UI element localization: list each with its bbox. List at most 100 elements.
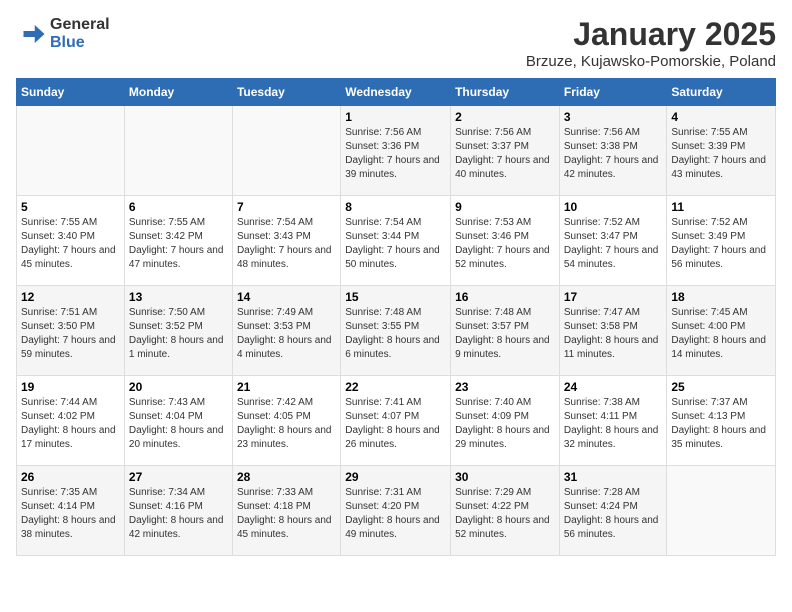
calendar-cell: 13 Sunrise: 7:50 AM Sunset: 3:52 PM Dayli…	[124, 286, 232, 376]
day-number: 10	[564, 200, 663, 214]
calendar-cell: 11 Sunrise: 7:52 AM Sunset: 3:49 PM Dayli…	[667, 196, 776, 286]
header-saturday: Saturday	[667, 79, 776, 106]
calendar-cell: 21Sunrise: 7:42 AM Sunset: 4:05 PM Dayli…	[232, 376, 340, 466]
cell-content: Sunrise: 7:42 AM Sunset: 4:05 PM Dayligh…	[237, 396, 336, 452]
cell-content: Sunrise: 7:55 AM Sunset: 3:39 PM Dayligh…	[671, 126, 771, 182]
cell-content: Sunrise: 7:31 AM Sunset: 4:20 PM Dayligh…	[345, 486, 446, 542]
cell-content: Sunrise: 7:43 AM Sunset: 4:04 PM Dayligh…	[129, 396, 228, 452]
subtitle: Brzuze, Kujawsko-Pomorskie, Poland	[526, 53, 776, 70]
cell-content: Sunrise: 7:56 AM Sunset: 3:38 PM Dayligh…	[564, 126, 663, 182]
day-number: 26	[21, 470, 120, 484]
cell-content: Sunrise: 7:34 AM Sunset: 4:16 PM Dayligh…	[129, 486, 228, 542]
cell-content: Sunrise: 7:28 AM Sunset: 4:24 PM Dayligh…	[564, 486, 663, 542]
day-number: 19	[21, 380, 120, 394]
calendar-cell: 25 Sunrise: 7:37 AM Sunset: 4:13 PM Dayli…	[667, 376, 776, 466]
cell-content: Sunrise: 7:54 AM Sunset: 3:44 PM Dayligh…	[345, 216, 446, 272]
week-row-5: 26 Sunrise: 7:35 AM Sunset: 4:14 PM Dayli…	[17, 466, 776, 556]
cell-content: Sunrise: 7:37 AM Sunset: 4:13 PM Dayligh…	[671, 396, 771, 452]
page-header: General Blue January 2025 Brzuze, Kujaws…	[16, 16, 776, 70]
cell-content: Sunrise: 7:53 AM Sunset: 3:46 PM Dayligh…	[455, 216, 555, 272]
day-number: 8	[345, 200, 446, 214]
calendar-cell: 29 Sunrise: 7:31 AM Sunset: 4:20 PM Dayli…	[341, 466, 451, 556]
calendar-cell: 2 Sunrise: 7:56 AM Sunset: 3:37 PM Daylig…	[451, 106, 560, 196]
calendar-cell: 4 Sunrise: 7:55 AM Sunset: 3:39 PM Daylig…	[667, 106, 776, 196]
header-monday: Monday	[124, 79, 232, 106]
calendar-cell: 23 Sunrise: 7:40 AM Sunset: 4:09 PM Dayli…	[451, 376, 560, 466]
calendar-cell: 1Sunrise: 7:56 AM Sunset: 3:36 PM Daylig…	[341, 106, 451, 196]
calendar-cell	[17, 106, 125, 196]
day-number: 20	[129, 380, 228, 394]
calendar-cell: 9 Sunrise: 7:53 AM Sunset: 3:46 PM Daylig…	[451, 196, 560, 286]
header-tuesday: Tuesday	[232, 79, 340, 106]
calendar-cell: 5Sunrise: 7:55 AM Sunset: 3:40 PM Daylig…	[17, 196, 125, 286]
day-number: 27	[129, 470, 228, 484]
calendar-cell: 31Sunrise: 7:28 AM Sunset: 4:24 PM Dayli…	[559, 466, 667, 556]
calendar-cell: 18Sunrise: 7:45 AM Sunset: 4:00 PM Dayli…	[667, 286, 776, 376]
day-number: 18	[671, 290, 771, 304]
cell-content: Sunrise: 7:56 AM Sunset: 3:37 PM Dayligh…	[455, 126, 555, 182]
calendar-cell: 20 Sunrise: 7:43 AM Sunset: 4:04 PM Dayli…	[124, 376, 232, 466]
title-area: January 2025 Brzuze, Kujawsko-Pomorskie,…	[526, 16, 776, 70]
calendar-cell: 26 Sunrise: 7:35 AM Sunset: 4:14 PM Dayli…	[17, 466, 125, 556]
calendar-cell: 16Sunrise: 7:48 AM Sunset: 3:57 PM Dayli…	[451, 286, 560, 376]
calendar-table: SundayMondayTuesdayWednesdayThursdayFrid…	[16, 78, 776, 556]
logo-icon	[16, 19, 46, 49]
day-number: 9	[455, 200, 555, 214]
calendar-cell: 8 Sunrise: 7:54 AM Sunset: 3:44 PM Daylig…	[341, 196, 451, 286]
day-number: 4	[671, 110, 771, 124]
cell-content: Sunrise: 7:44 AM Sunset: 4:02 PM Dayligh…	[21, 396, 120, 452]
day-number: 2	[455, 110, 555, 124]
calendar-cell: 22 Sunrise: 7:41 AM Sunset: 4:07 PM Dayli…	[341, 376, 451, 466]
calendar-cell: 24Sunrise: 7:38 AM Sunset: 4:11 PM Dayli…	[559, 376, 667, 466]
day-number: 7	[237, 200, 336, 214]
week-row-2: 5Sunrise: 7:55 AM Sunset: 3:40 PM Daylig…	[17, 196, 776, 286]
calendar-cell: 3 Sunrise: 7:56 AM Sunset: 3:38 PM Daylig…	[559, 106, 667, 196]
day-number: 23	[455, 380, 555, 394]
calendar-cell: 15 Sunrise: 7:48 AM Sunset: 3:55 PM Dayli…	[341, 286, 451, 376]
calendar-header-row: SundayMondayTuesdayWednesdayThursdayFrid…	[17, 79, 776, 106]
cell-content: Sunrise: 7:55 AM Sunset: 3:42 PM Dayligh…	[129, 216, 228, 272]
cell-content: Sunrise: 7:50 AM Sunset: 3:52 PM Dayligh…	[129, 306, 228, 362]
cell-content: Sunrise: 7:52 AM Sunset: 3:49 PM Dayligh…	[671, 216, 771, 272]
calendar-cell: 17 Sunrise: 7:47 AM Sunset: 3:58 PM Dayli…	[559, 286, 667, 376]
calendar-cell: 7Sunrise: 7:54 AM Sunset: 3:43 PM Daylig…	[232, 196, 340, 286]
day-number: 28	[237, 470, 336, 484]
cell-content: Sunrise: 7:48 AM Sunset: 3:55 PM Dayligh…	[345, 306, 446, 362]
cell-content: Sunrise: 7:56 AM Sunset: 3:36 PM Dayligh…	[345, 126, 446, 182]
week-row-1: 1Sunrise: 7:56 AM Sunset: 3:36 PM Daylig…	[17, 106, 776, 196]
cell-content: Sunrise: 7:41 AM Sunset: 4:07 PM Dayligh…	[345, 396, 446, 452]
cell-content: Sunrise: 7:40 AM Sunset: 4:09 PM Dayligh…	[455, 396, 555, 452]
calendar-cell	[232, 106, 340, 196]
day-number: 3	[564, 110, 663, 124]
calendar-cell: 27 Sunrise: 7:34 AM Sunset: 4:16 PM Dayli…	[124, 466, 232, 556]
calendar-cell	[667, 466, 776, 556]
cell-content: Sunrise: 7:35 AM Sunset: 4:14 PM Dayligh…	[21, 486, 120, 542]
calendar-cell	[124, 106, 232, 196]
day-number: 24	[564, 380, 663, 394]
cell-content: Sunrise: 7:49 AM Sunset: 3:53 PM Dayligh…	[237, 306, 336, 362]
header-thursday: Thursday	[451, 79, 560, 106]
cell-content: Sunrise: 7:55 AM Sunset: 3:40 PM Dayligh…	[21, 216, 120, 272]
day-number: 6	[129, 200, 228, 214]
calendar-cell: 28 Sunrise: 7:33 AM Sunset: 4:18 PM Dayli…	[232, 466, 340, 556]
day-number: 14	[237, 290, 336, 304]
day-number: 29	[345, 470, 446, 484]
day-number: 13	[129, 290, 228, 304]
day-number: 25	[671, 380, 771, 394]
day-number: 11	[671, 200, 771, 214]
week-row-3: 12Sunrise: 7:51 AM Sunset: 3:50 PM Dayli…	[17, 286, 776, 376]
logo-general: General	[50, 16, 110, 34]
header-wednesday: Wednesday	[341, 79, 451, 106]
day-number: 15	[345, 290, 446, 304]
calendar-cell: 12Sunrise: 7:51 AM Sunset: 3:50 PM Dayli…	[17, 286, 125, 376]
calendar-cell: 30 Sunrise: 7:29 AM Sunset: 4:22 PM Dayli…	[451, 466, 560, 556]
cell-content: Sunrise: 7:47 AM Sunset: 3:58 PM Dayligh…	[564, 306, 663, 362]
cell-content: Sunrise: 7:29 AM Sunset: 4:22 PM Dayligh…	[455, 486, 555, 542]
day-number: 17	[564, 290, 663, 304]
day-number: 30	[455, 470, 555, 484]
day-number: 12	[21, 290, 120, 304]
day-number: 22	[345, 380, 446, 394]
cell-content: Sunrise: 7:48 AM Sunset: 3:57 PM Dayligh…	[455, 306, 555, 362]
calendar-cell: 14 Sunrise: 7:49 AM Sunset: 3:53 PM Dayli…	[232, 286, 340, 376]
cell-content: Sunrise: 7:33 AM Sunset: 4:18 PM Dayligh…	[237, 486, 336, 542]
